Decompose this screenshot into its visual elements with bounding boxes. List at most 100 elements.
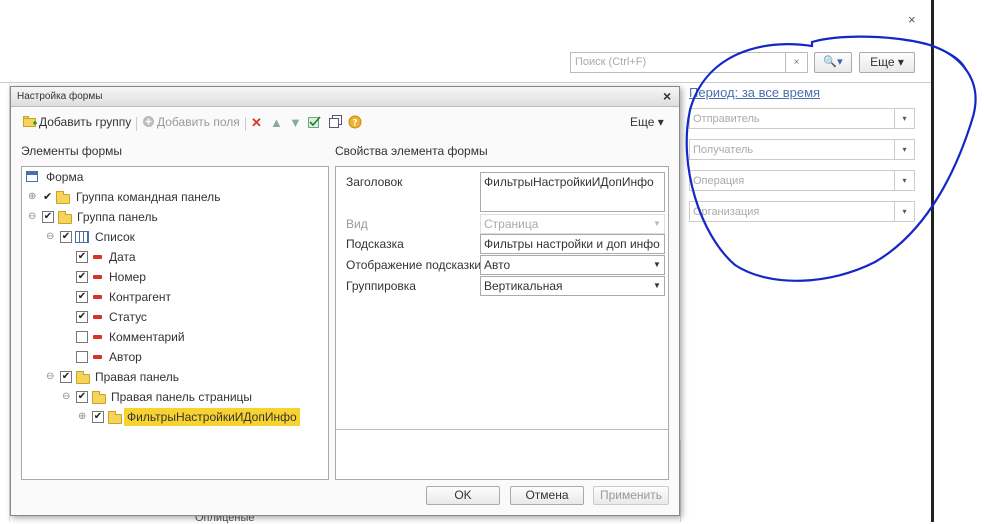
organization-filter-select[interactable]: Организация ▾ [689,201,915,222]
tree-item-label: Список [95,230,135,244]
search-input[interactable]: Поиск (Ctrl+F) × [570,52,808,73]
checkbox[interactable]: ✔ [76,391,88,403]
grouping-value: Вертикальная [484,279,563,293]
checkbox[interactable] [76,331,88,343]
checkbox[interactable] [76,351,88,363]
collapse-icon[interactable]: ⊖ [28,208,36,226]
add-field-icon[interactable] [142,115,155,131]
view-property-select: Страница ▼ [480,214,665,234]
chevron-down-icon[interactable]: ▾ [894,140,914,159]
tree-item-label: Комментарий [109,330,185,344]
folder-icon [108,411,122,424]
checkbox[interactable]: ✔ [60,231,72,243]
hint-display-property-select[interactable]: Авто ▼ [480,255,665,275]
form-elements-tree[interactable]: Форма ⊕ ✔ Группа командная панель ⊖ ✔ Гр… [21,166,329,480]
tree-item-label: Форма [46,170,84,184]
chevron-down-icon[interactable]: ▼ [650,256,664,274]
collapse-icon[interactable]: ⊖ [62,388,70,406]
field-icon [93,335,102,339]
recipient-filter-placeholder: Получатель [693,144,754,156]
grouping-property-select[interactable]: Вертикальная ▼ [480,276,665,296]
checkbox[interactable]: ✔ [76,251,88,263]
chevron-down-icon[interactable]: ▼ [650,277,664,295]
check-all-icon[interactable] [308,115,322,131]
tree-item-label: Номер [109,270,146,284]
add-field-button[interactable]: Добавить поля [157,115,240,129]
move-up-icon[interactable]: ▲ [270,115,283,130]
title-property-label: Заголовок [346,175,403,189]
properties-panel: Заголовок ФильтрыНастройкиИДопИнфо Вид С… [335,166,669,480]
properties-divider [336,429,668,430]
tree-item-label-selected: ФильтрыНастройкиИДопИнфо [124,408,300,426]
hint-display-property-label: Отображение подсказки [346,258,482,272]
svg-text:?: ? [352,119,357,129]
add-group-icon[interactable] [23,115,38,131]
chevron-down-icon[interactable]: ▾ [894,171,914,190]
background-divider-vertical [680,440,681,522]
organization-filter-placeholder: Организация [693,206,760,218]
tree-item-label: Правая панель [95,370,180,384]
more-button[interactable]: Еще ▾ [859,52,915,73]
form-elements-header: Элементы формы [21,144,123,158]
expand-icon[interactable]: ⊕ [78,408,86,426]
search-clear-icon[interactable]: × [785,53,807,72]
checkmark-icon[interactable]: ✔ [43,188,52,206]
grouping-property-label: Группировка [346,279,416,293]
checkbox[interactable]: ✔ [42,211,54,223]
move-down-icon[interactable]: ▼ [289,115,302,130]
collapse-icon[interactable]: ⊖ [46,368,54,386]
title-property-input[interactable]: ФильтрыНастройкиИДопИнфо [480,172,665,212]
table-icon [75,231,89,243]
element-properties-header: Свойства элемента формы [335,144,488,158]
tree-item-label: Статус [109,310,147,324]
copy-icon[interactable] [329,115,343,131]
delete-icon[interactable]: ✕ [251,115,262,131]
form-icon [26,171,38,182]
apply-button[interactable]: Применить [593,486,669,505]
field-icon [93,315,102,319]
dialog-close-icon[interactable]: × [663,88,671,104]
dialog-titlebar[interactable]: Настройка формы × [11,87,679,107]
field-icon [93,295,102,299]
search-placeholder: Поиск (Ctrl+F) [575,56,647,68]
field-icon [93,275,102,279]
window-close-icon[interactable]: × [908,12,916,27]
checkbox[interactable]: ✔ [60,371,72,383]
expand-icon[interactable]: ⊕ [28,188,36,206]
folder-icon [56,191,70,204]
background-grid-edge [0,84,10,522]
add-group-button[interactable]: Добавить группу [39,115,131,129]
tree-item-label: Дата [109,250,136,264]
hint-property-input[interactable]: Фильтры настройки и доп инфо [480,234,665,254]
toolbar-separator [136,117,137,131]
tree-item-label: Правая панель страницы [111,390,253,404]
hint-display-value: Авто [484,258,511,272]
more-button[interactable]: Еще ▾ [630,115,664,129]
checkbox[interactable]: ✔ [76,311,88,323]
dialog-title: Настройка формы [17,91,103,102]
operation-filter-select[interactable]: Операция ▾ [689,170,915,191]
collapse-icon[interactable]: ⊖ [46,228,54,246]
folder-icon [76,371,90,384]
view-property-value: Страница [484,217,539,231]
cancel-button[interactable]: Отмена [510,486,584,505]
search-button[interactable]: 🔍▾ [814,52,852,73]
checkbox[interactable]: ✔ [92,411,104,423]
checkbox[interactable]: ✔ [76,271,88,283]
period-link[interactable]: Период: за все время [689,85,820,100]
sender-filter-select[interactable]: Отправитель ▾ [689,108,915,129]
chevron-down-icon[interactable]: ▾ [894,202,914,221]
hint-property-label: Подсказка [346,237,404,251]
field-icon [93,255,102,259]
view-property-label: Вид [346,217,368,231]
recipient-filter-select[interactable]: Получатель ▾ [689,139,915,160]
window-border [931,0,934,522]
chevron-down-icon[interactable]: ▾ [894,109,914,128]
form-settings-dialog: Настройка формы × Добавить группу Добави… [10,86,680,516]
field-icon [93,355,102,359]
toolbar-separator [245,117,246,131]
ok-button[interactable]: OK [426,486,500,505]
checkbox[interactable]: ✔ [76,291,88,303]
chevron-down-icon: ▼ [653,219,661,228]
help-icon[interactable]: ? [348,115,362,132]
